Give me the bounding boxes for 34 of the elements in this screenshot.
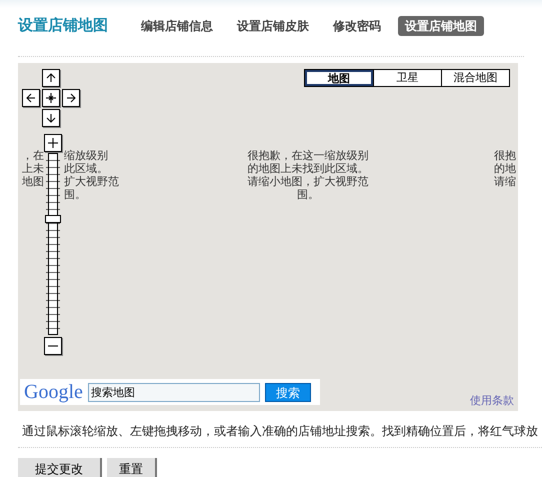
- nav-tab[interactable]: 设置店铺皮肤: [230, 16, 316, 36]
- nav-tab[interactable]: 设置店铺地图: [398, 16, 484, 36]
- map-search-button[interactable]: 搜索: [264, 382, 311, 402]
- map-search-field[interactable]: 搜索地图: [88, 382, 260, 402]
- terms-link[interactable]: 使用条款: [470, 393, 514, 410]
- nav-tab[interactable]: 编辑店铺信息: [134, 16, 220, 36]
- nav-tab[interactable]: 修改密码: [326, 16, 388, 36]
- zoom-slider[interactable]: [48, 153, 58, 335]
- form-button[interactable]: 重置: [107, 458, 157, 477]
- zoom-in-icon[interactable]: [44, 134, 62, 152]
- zoom-out-icon[interactable]: [44, 337, 62, 355]
- instruction-text: 通过鼠标滚轮缩放、左键拖拽移动，或者输入准确的店铺地址搜索。找到精确位置后，将红气球放: [21, 424, 538, 438]
- map-tile-message: 很抱歉，在这一缩放级别 的地图上未找到此区域。 请缩小地图，扩大视野范 围。: [246, 150, 370, 202]
- map-tile-message: 扩大视野范: [64, 176, 119, 189]
- page-title: 设置店铺地图: [18, 16, 108, 36]
- pan-left-icon[interactable]: [22, 89, 40, 107]
- pan-up-icon[interactable]: [42, 69, 60, 87]
- map-view[interactable]: 很抱歉，在这一缩放级别 的地图上未找到此区域。 请缩小地图，扩大视野范 围。 很抱 的地 请缩 ，在 缩放级别 上未 此区域。 地图 扩大视野范 围。 地图 卫星 混合地图 Google 搜索地图 搜索 使用条款: [18, 63, 518, 411]
- map-type-button[interactable]: 卫星: [373, 70, 441, 86]
- map-type-button[interactable]: 地图: [305, 70, 373, 86]
- map-tile-message: 缩放级别: [64, 150, 108, 163]
- map-tile-message: 此区域。: [64, 163, 108, 176]
- pan-right-icon[interactable]: [62, 89, 80, 107]
- pan-down-icon[interactable]: [42, 109, 60, 127]
- map-type-button[interactable]: 混合地图: [441, 70, 509, 86]
- google-logo: Google: [24, 382, 83, 402]
- zoom-slider-thumb[interactable]: [45, 214, 61, 223]
- map-tile-message: 上未: [22, 163, 44, 176]
- map-tile-message: 地图: [22, 176, 44, 189]
- map-tile-message: ，在: [22, 150, 44, 163]
- form-button[interactable]: 提交更改: [18, 458, 102, 477]
- center-icon[interactable]: [42, 89, 60, 107]
- map-tile-message: 围。: [64, 189, 86, 202]
- map-tile-message: 很抱 的地 请缩: [494, 150, 517, 189]
